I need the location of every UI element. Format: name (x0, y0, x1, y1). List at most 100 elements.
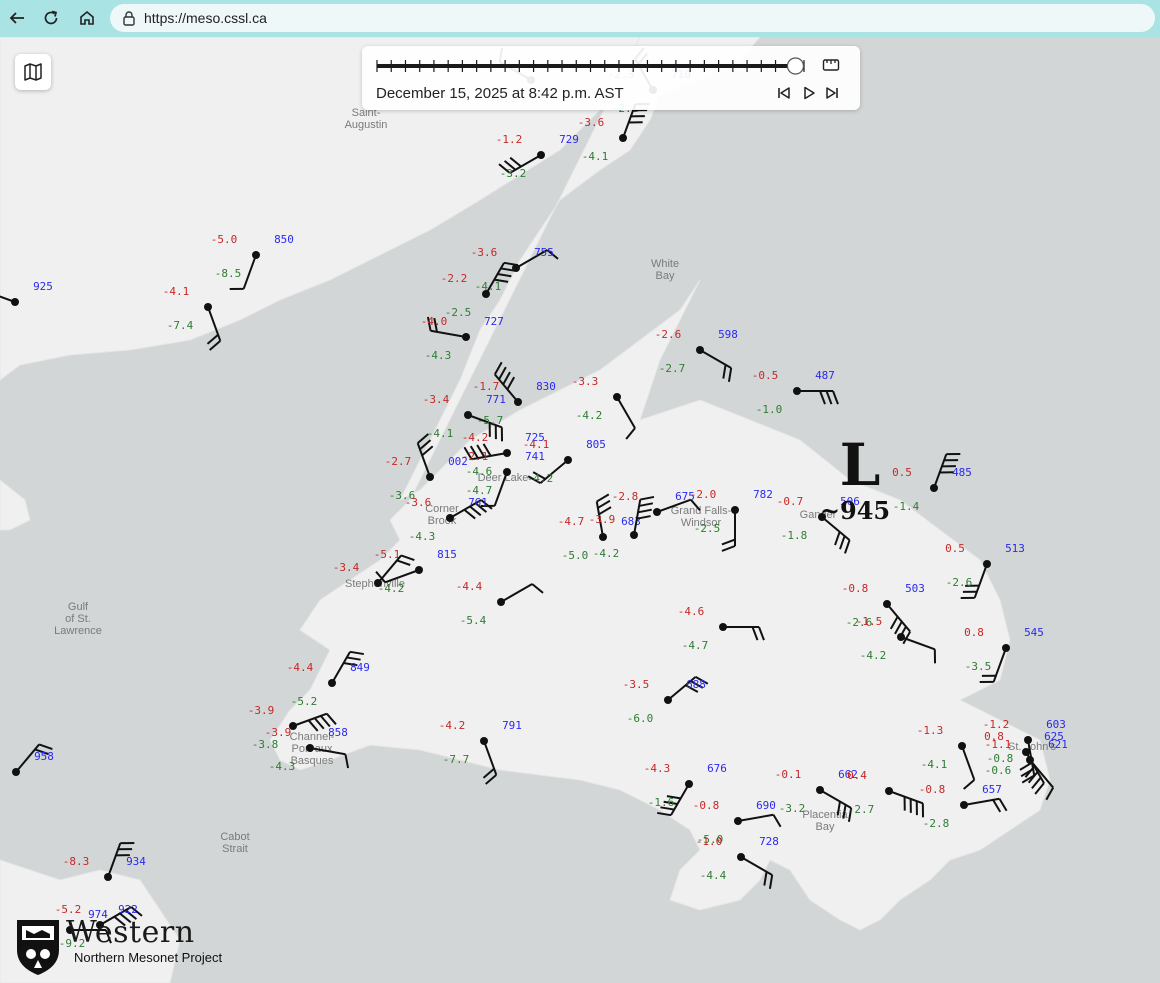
station-dot[interactable] (564, 456, 572, 464)
station-dot[interactable] (664, 696, 672, 704)
wind-barb-staff (107, 842, 122, 878)
station-dewpoint: -4.1 (475, 280, 502, 293)
station-dot[interactable] (11, 298, 19, 306)
address-bar[interactable]: https://meso.cssl.ca (110, 4, 1155, 32)
station-dewpoint: -4.2 (593, 547, 620, 560)
play-icon[interactable] (800, 84, 818, 102)
station-dewpoint: -4.3 (409, 530, 436, 543)
station-dot[interactable] (480, 737, 488, 745)
station-dot[interactable] (1002, 644, 1010, 652)
station-temperature: -3.6 (471, 246, 498, 259)
wind-barb (506, 376, 516, 390)
station-dewpoint: -7.7 (443, 753, 470, 766)
reload-icon[interactable] (38, 5, 64, 31)
station-dot[interactable] (1024, 736, 1032, 744)
station-dewpoint: -2.8 (923, 817, 950, 830)
station-dot[interactable] (252, 251, 260, 259)
station-dot[interactable] (328, 679, 336, 687)
station-dot[interactable] (446, 514, 454, 522)
skip-forward-icon[interactable] (823, 84, 841, 102)
station-dot[interactable] (734, 817, 742, 825)
station-dot[interactable] (537, 151, 545, 159)
station-dot[interactable] (897, 633, 905, 641)
wind-barb (493, 361, 503, 375)
station-dot[interactable] (719, 623, 727, 631)
station-model[interactable]: -4.0 -4.3 727 (421, 315, 504, 362)
station-dot[interactable] (696, 346, 704, 354)
station-dot[interactable] (883, 600, 891, 608)
station-temperature: -2.6 (655, 328, 682, 341)
station-pressure: 729 (559, 133, 579, 146)
station-temperature: -0.8 (842, 582, 869, 595)
station-model[interactable]: -0.5 -1.0 487 (752, 369, 839, 416)
station-dot[interactable] (514, 398, 522, 406)
station-dot[interactable] (599, 533, 607, 541)
station-dot[interactable] (415, 566, 423, 574)
station-temperature: -3.4 (333, 561, 360, 574)
station-dot[interactable] (306, 744, 314, 752)
station-dot[interactable] (930, 484, 938, 492)
station-dot[interactable] (613, 393, 621, 401)
station-temperature: -3.9 (589, 513, 616, 526)
station-model[interactable]: -8.3 934 (63, 841, 147, 881)
station-model[interactable]: 958 (12, 743, 54, 776)
station-pressure: 690 (756, 799, 776, 812)
map-layers-button[interactable] (15, 54, 51, 90)
station-dot[interactable] (104, 873, 112, 881)
time-control-panel: December 15, 2025 at 8:42 p.m. AST (362, 46, 860, 110)
station-dot[interactable] (619, 134, 627, 142)
station-dewpoint: -1.4 (893, 500, 920, 513)
station-temperature: 0.5 (892, 466, 912, 479)
skip-back-icon[interactable] (775, 84, 793, 102)
station-dewpoint: -2.7 (659, 362, 686, 375)
station-dot[interactable] (731, 506, 739, 514)
station-pressure: 657 (982, 783, 1002, 796)
station-model[interactable]: -2.6 -2.7 598 (655, 328, 738, 382)
station-dot[interactable] (374, 579, 382, 587)
station-dot[interactable] (462, 333, 470, 341)
western-edge-land (0, 479, 31, 531)
wind-barb (832, 390, 839, 405)
station-dot[interactable] (12, 768, 20, 776)
station-dot[interactable] (816, 786, 824, 794)
home-icon[interactable] (74, 5, 100, 31)
station-dot[interactable] (503, 468, 511, 476)
station-temperature: -4.4 (287, 661, 314, 674)
station-dewpoint: -4.2 (860, 649, 887, 662)
station-dot[interactable] (512, 264, 520, 272)
station-temperature: -1.1 (985, 738, 1012, 751)
back-arrow-icon[interactable] (4, 5, 30, 31)
station-temperature: -4.1 (163, 285, 190, 298)
time-slider[interactable] (362, 46, 860, 80)
station-dot[interactable] (960, 801, 968, 809)
station-dot[interactable] (503, 449, 511, 457)
station-dot[interactable] (630, 531, 638, 539)
map-canvas[interactable]: Saint-AugustinWhite BayGulf of St. Lawrence… (0, 37, 1160, 983)
station-dot[interactable] (1026, 756, 1034, 764)
station-pressure: 621 (1048, 738, 1068, 751)
station-dot[interactable] (464, 411, 472, 419)
station-pressure: 830 (536, 380, 556, 393)
map-view[interactable]: Saint-Augustin White Bay Gulf of St. Lawrence… (0, 37, 1160, 983)
station-dot[interactable] (1022, 748, 1030, 756)
station-dot[interactable] (497, 598, 505, 606)
place-label: Cabot Strait (220, 831, 249, 855)
station-dot[interactable] (737, 853, 745, 861)
station-dot[interactable] (653, 508, 661, 516)
station-dot[interactable] (958, 742, 966, 750)
wind-barb (727, 367, 733, 382)
ruler-icon[interactable] (822, 56, 840, 74)
station-dewpoint: -4.2 (576, 409, 603, 422)
station-dewpoint: -4.2 (527, 472, 554, 485)
place-label: White Bay (651, 258, 679, 282)
station-dot[interactable] (426, 473, 434, 481)
station-dot[interactable] (204, 303, 212, 311)
station-dot[interactable] (685, 780, 693, 788)
station-pressure: 958 (34, 750, 54, 763)
wind-barb (482, 767, 495, 779)
time-slider-knob[interactable] (786, 57, 805, 75)
station-dot[interactable] (885, 787, 893, 795)
station-dot[interactable] (983, 560, 991, 568)
station-model[interactable]: 0.5 -1.4 485 (892, 452, 972, 513)
station-dot[interactable] (793, 387, 801, 395)
